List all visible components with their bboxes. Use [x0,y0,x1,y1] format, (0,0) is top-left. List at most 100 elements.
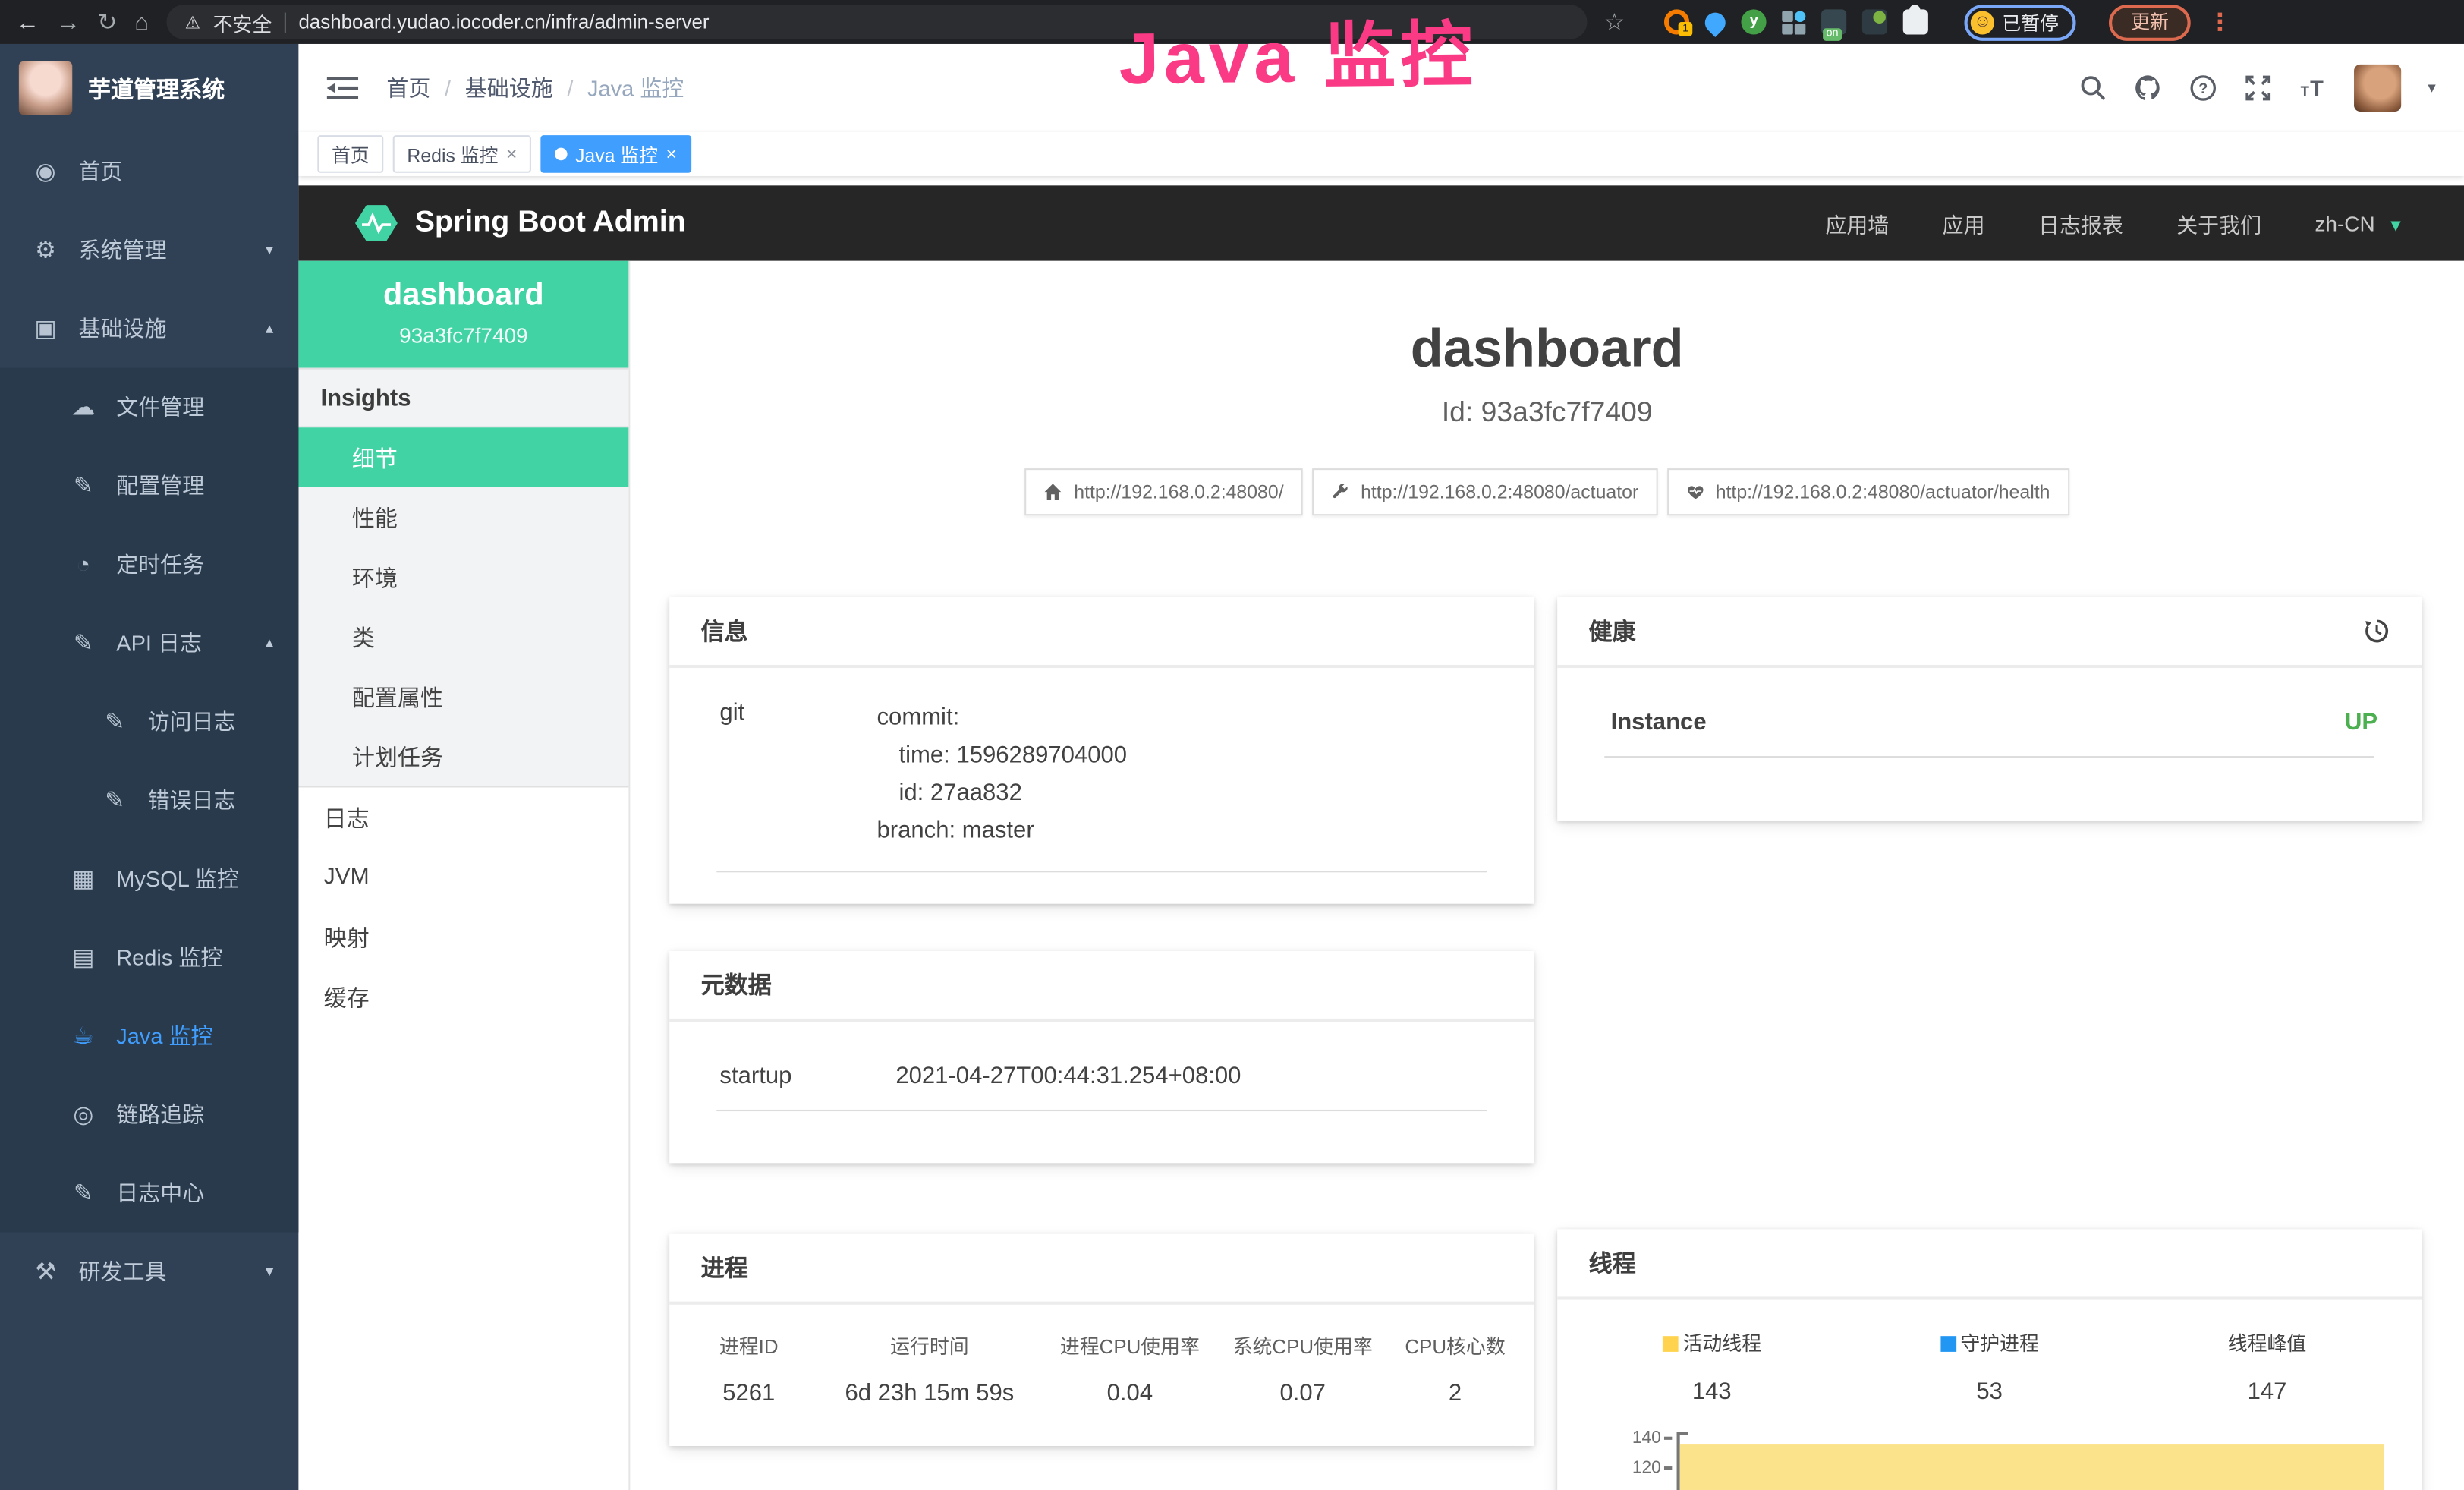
avatar-caret-down-icon[interactable]: ▾ [2428,80,2435,97]
info-key: git [701,700,877,851]
extension-pin-icon[interactable] [1701,8,1729,36]
sba-item-environment[interactable]: 环境 [298,547,628,607]
eye-icon: ◎ [69,1101,97,1129]
fullscreen-icon[interactable] [2244,74,2272,102]
sba-nav-journal[interactable]: 日志报表 [2038,207,2123,238]
sba-item-config-props[interactable]: 配置属性 [298,666,628,726]
sidebar-item-system[interactable]: ⚙ 系统管理 ▾ [0,210,298,289]
extension-puzzle-icon[interactable] [1903,9,1928,34]
page-url[interactable]: dashboard.yudao.iocoder.cn/infra/admin-s… [299,11,710,33]
sidebar-item-access-log[interactable]: ✎ 访问日志 [0,682,298,761]
sidebar-item-file[interactable]: ☁ 文件管理 [0,368,298,447]
hamburger-icon[interactable] [327,75,358,100]
tag-redis[interactable]: Redis 监控 × [393,135,531,173]
sidebar-item-api-log[interactable]: ✎ API 日志 ▴ [0,603,298,682]
sidebar-item-home[interactable]: ◉ 首页 [0,132,298,211]
sba-item-mappings[interactable]: 映射 [298,907,628,967]
history-icon[interactable] [2363,618,2390,644]
process-card: 进程 进程ID 运行时间 进程CPU使用率 系统CPU使用率 CPU核心数 [669,1234,1534,1447]
instance-name: dashboard [308,279,619,315]
sba-locale-select[interactable]: zh-CN ▼ [2315,212,2404,235]
row-divider [716,1110,1487,1111]
log-edit-icon: ✎ [69,1179,97,1207]
sba-item-jvm[interactable]: JVM [298,847,628,907]
chevron-up-icon: ▴ [266,635,273,652]
legend-daemon-threads: 守护进程 [1851,1327,2129,1356]
tags-bar: 首页 Redis 监控 × Java 监控 × [298,132,2464,176]
sidebar-item-trace[interactable]: ◎ 链路追踪 [0,1075,298,1154]
profile-paused-chip[interactable]: ☺ 已暂停 [1965,4,2076,40]
actuator-url-button[interactable]: http://192.168.0.2:48080/actuator [1312,468,1657,515]
browser-home-icon[interactable]: ⌂ [134,10,149,33]
timer-icon: ◔ [69,551,97,578]
tag-home[interactable]: 首页 [317,135,383,173]
extension-icon-1[interactable]: 1 [1664,9,1689,34]
metadata-startup-row: startup 2021-04-27T00:44:31.254+08:00 [701,1063,1503,1089]
instance-header: dashboard 93a3fc7f7409 [298,261,628,368]
annotation-java-monitor: Java 监控 [1119,0,1478,106]
home-icon: ◉ [31,157,59,185]
legend-yellow-swatch [1663,1336,1679,1352]
search-icon[interactable] [2079,74,2107,102]
extension-icon-2[interactable]: y [1742,9,1767,34]
sidebar-item-redis[interactable]: ▤ Redis 监控 [0,918,298,997]
sidebar-item-mysql[interactable]: ▦ MySQL 监控 [0,840,298,918]
sba-nav-wallboard[interactable]: 应用墙 [1825,207,1889,238]
instance-url-row: http://192.168.0.2:48080/ http://192.168… [630,468,2464,515]
browser-reload-icon[interactable]: ↻ [97,10,117,33]
sba-item-classes[interactable]: 类 [298,606,628,666]
browser-update-button[interactable]: 更新 [2109,4,2191,40]
app-logo-row: 芋道管理系统 [0,44,298,132]
sba-nav-about[interactable]: 关于我们 [2176,207,2261,238]
threads-legend-row: 活动线程 守护进程 线程峰值 [1573,1327,2406,1356]
github-icon[interactable] [2134,74,2162,102]
sidebar-item-java[interactable]: ☕ Java 监控 [0,997,298,1076]
breadcrumb-infra[interactable]: 基础设施 [465,72,553,103]
svg-text:?: ? [2198,80,2208,97]
extension-icon-4[interactable] [1862,9,1887,34]
browser-menu-icon[interactable]: ⋮ [2208,10,2232,33]
close-icon[interactable]: × [666,143,677,165]
sba-item-caches[interactable]: 缓存 [298,967,628,1027]
sba-item-details[interactable]: 细节 [298,427,628,487]
health-url-button[interactable]: http://192.168.0.2:48080/actuator/health [1667,468,2069,515]
extensions-row: 1 y on [1664,9,1928,34]
sidebar-item-infra[interactable]: ▣ 基础设施 ▴ [0,289,298,368]
sba-item-logs[interactable]: 日志 [298,787,628,847]
screen: ← → ↻ ⌂ ⚠ 不安全 dashboard.yudao.iocoder.cn… [0,0,2464,1490]
sba-item-metrics[interactable]: 性能 [298,487,628,547]
close-icon[interactable]: × [506,143,518,165]
health-instance-label: Instance [1589,709,1707,736]
avatar[interactable] [2354,65,2401,112]
tag-java[interactable]: Java 监控 × [540,135,691,173]
sba-brand[interactable]: Spring Boot Admin [355,204,686,242]
sidebar-item-config[interactable]: ✎ 配置管理 [0,446,298,525]
sidebar-item-job[interactable]: ◔ 定时任务 [0,525,298,604]
extension-icon-3[interactable]: on [1821,9,1846,34]
help-icon[interactable]: ? [2189,74,2217,102]
extension-grid-icon[interactable] [1782,10,1805,33]
sba-nav-links: 应用墙 应用 日志报表 关于我们 zh-CN ▼ [1825,207,2404,238]
security-warning[interactable]: 不安全 [213,7,272,36]
sidebar-item-error-log[interactable]: ✎ 错误日志 [0,761,298,840]
service-url-button[interactable]: http://192.168.0.2:48080/ [1025,468,1302,515]
threads-card: 线程 活动线程 守护进程 [1557,1229,2422,1490]
sba-item-scheduled-tasks[interactable]: 计划任务 [298,726,628,786]
chevron-down-icon: ▾ [266,1263,273,1281]
font-size-icon[interactable]: T T [2299,74,2327,102]
breadcrumb-home[interactable]: 首页 [386,72,430,103]
sidebar-item-dev-tools[interactable]: ⚒ 研发工具 ▾ [0,1233,298,1312]
browser-back-icon[interactable]: ← [16,10,39,33]
chevron-down-icon: ▼ [2387,216,2405,235]
log-edit-icon: ✎ [69,628,97,657]
wrench-icon [1331,483,1350,502]
sidebar-item-log-center[interactable]: ✎ 日志中心 [0,1154,298,1233]
bookmark-star-icon[interactable]: ☆ [1604,10,1625,33]
health-instance-row: Instance UP [1589,709,2390,736]
admin-main: 首页 / 基础设施 / Java 监控 ? [298,44,2464,1490]
breadcrumb-current: Java 监控 [587,72,684,103]
address-separator [285,12,286,33]
metadata-key: startup [701,1063,896,1089]
browser-forward-icon[interactable]: → [57,10,80,33]
sba-nav-applications[interactable]: 应用 [1943,207,1985,238]
